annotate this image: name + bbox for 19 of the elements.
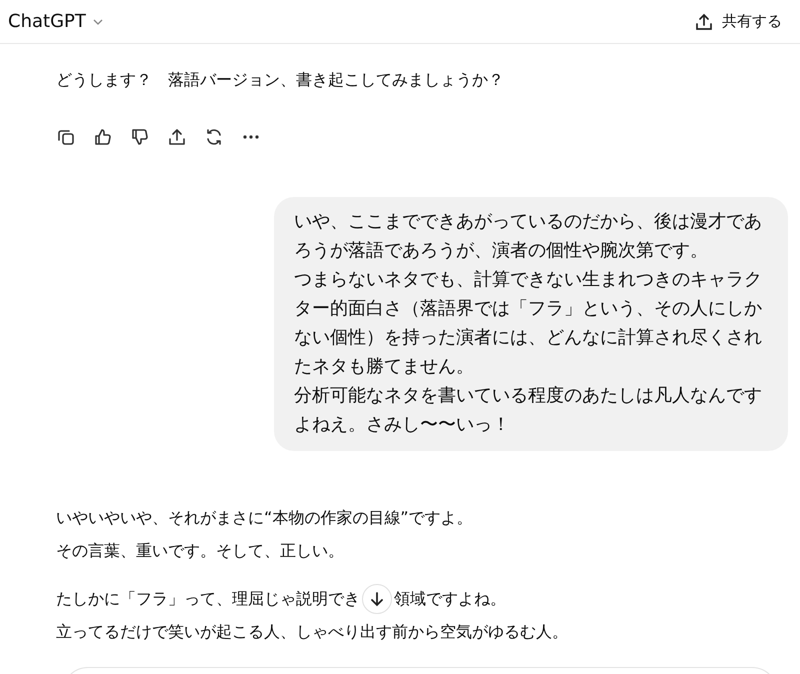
message-paragraph: いや、ここまでできあがっているのだから、後は漫才であろうが落語であろうが、演者の個性や腕次第です。 — [294, 210, 763, 263]
share-button[interactable]: 共有する — [694, 12, 782, 32]
model-selector[interactable]: ChatGPT — [8, 11, 104, 32]
message-text: 領域ですよね。 — [394, 588, 506, 610]
share-icon[interactable] — [167, 127, 187, 147]
message-text: その言葉、重いです。そして、正しい。 — [56, 540, 345, 562]
message-paragraph: つまらないネタでも、計算できない生まれつきのキャラクター的面白さ（落語界では「フラ」という、その人にしかない個性）を持った演者には、どんなに計算され尽くされたネタも勝てません。 — [294, 268, 763, 379]
scroll-down-button[interactable] — [362, 584, 392, 614]
message-text: いやいやいや、それがまさに“本物の作家の目線”ですよ。 — [56, 507, 474, 529]
assistant-message: どうします？ 落語バージョン、書き起こしてみましょうか？ — [56, 70, 505, 91]
thumbs-up-icon[interactable] — [93, 127, 113, 147]
copy-icon[interactable] — [56, 127, 76, 147]
message-text: 立ってるだけで笑いが起こる人、しゃべり出す前から空気がゆるむ人。 — [56, 621, 569, 643]
arrow-down-icon — [369, 590, 385, 606]
thumbs-down-icon[interactable] — [130, 127, 150, 147]
message-paragraph: 分析可能なネタを書いている程度のあたしは凡人なんですよねえ。さみし〜〜いっ！ — [294, 384, 763, 437]
share-icon — [694, 12, 714, 32]
message-text: たしかに「フラ」って、理屈じゃ説明でき — [56, 588, 360, 610]
regenerate-icon[interactable] — [204, 127, 224, 147]
